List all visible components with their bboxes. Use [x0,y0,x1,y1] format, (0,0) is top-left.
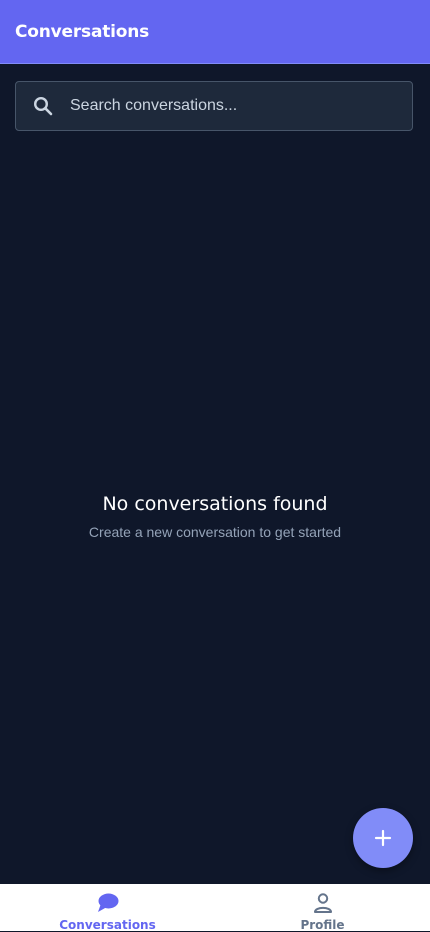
empty-state: No conversations found Create a new conv… [0,490,430,541]
search-bar[interactable] [15,81,413,131]
nav-label-profile: Profile [300,918,345,932]
nav-item-profile[interactable]: Profile [215,884,430,932]
search-icon [32,95,54,117]
empty-state-subtitle: Create a new conversation to get started [88,524,342,540]
app-header: Conversations [0,0,430,64]
page-title: Conversations [15,21,150,42]
nav-item-conversations[interactable]: Conversations [0,884,215,932]
bottom-navigation: Conversations Profile [0,884,430,932]
person-icon [311,892,335,914]
nav-label-conversations: Conversations [59,918,156,932]
search-input[interactable] [70,82,412,130]
new-conversation-button[interactable] [353,808,413,868]
chat-bubble-icon [96,892,120,914]
empty-state-title: No conversations found [102,493,328,515]
plus-icon [374,829,392,847]
